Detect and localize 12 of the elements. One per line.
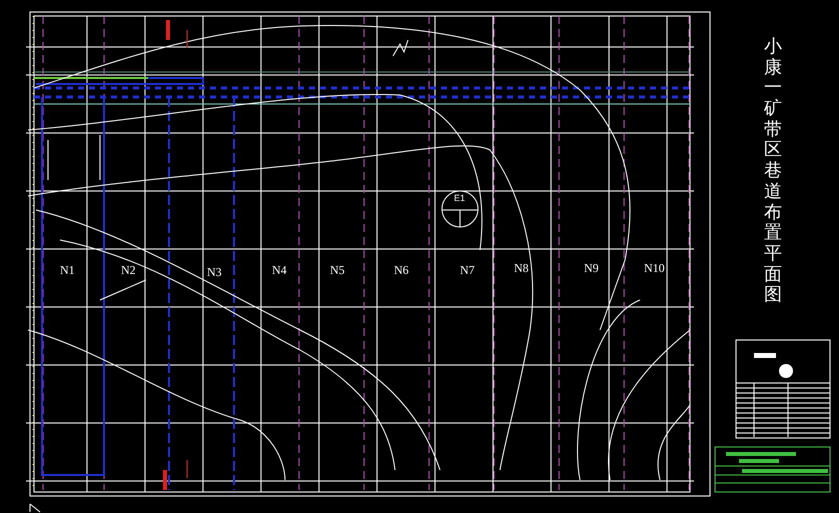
panel-label: N9 — [584, 261, 599, 276]
drawing-title: 小康一矿带区巷道布置平面图 — [764, 36, 782, 305]
panel-label: N8 — [514, 261, 529, 276]
panel-label: N3 — [207, 265, 222, 280]
panel-label: N1 — [60, 263, 75, 278]
panel-label: N6 — [394, 263, 409, 278]
panel-label: N5 — [330, 263, 345, 278]
panel-label: N2 — [121, 263, 136, 278]
panel-label: N10 — [644, 261, 665, 276]
panel-label: N4 — [272, 263, 287, 278]
panel-label: N7 — [460, 263, 475, 278]
marker-label: E1 — [454, 193, 466, 203]
